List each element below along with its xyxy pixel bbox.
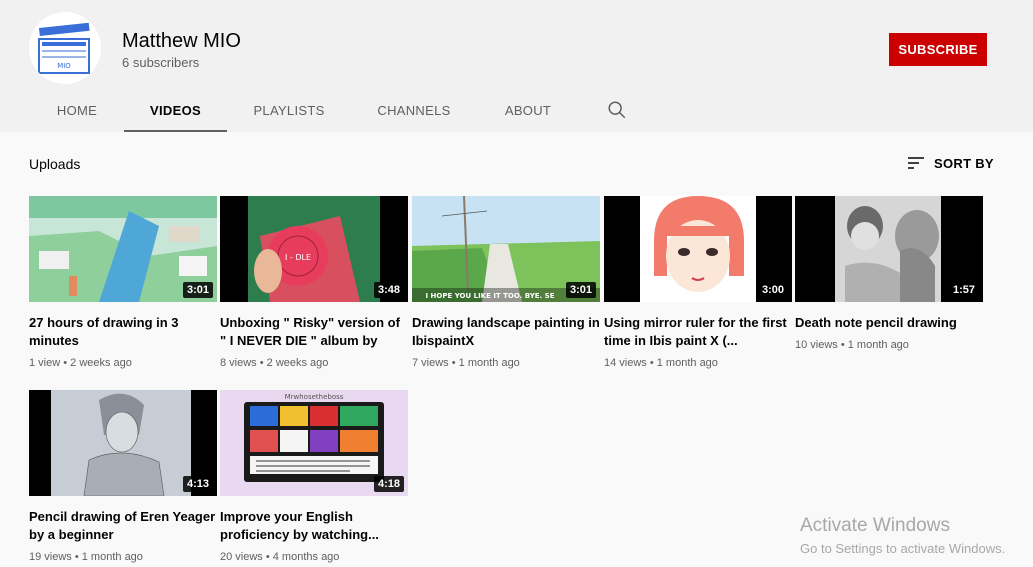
video-title[interactable]: Improve your English proficiency by watc… [220,508,408,544]
video-duration: 1:57 [948,282,979,298]
tab-videos[interactable]: VIDEOS [124,88,227,132]
tab-channels[interactable]: CHANNELS [362,88,466,132]
video-title[interactable]: Using mirror ruler for the first time in… [604,314,792,350]
video-card[interactable]: I - DLE 3:48 Unboxing " Risky" version o… [220,196,408,370]
video-meta: 7 views • 1 month ago [412,357,520,369]
video-title[interactable]: Drawing landscape painting in IbispaintX [412,314,600,350]
video-duration: 4:13 [182,476,213,492]
video-card[interactable]: Mrwhosetheboss 4:18 Improve your English… [220,390,408,564]
tab-home[interactable]: HOME [29,88,125,132]
video-thumbnail[interactable]: 3:01 [29,196,217,302]
sort-by-button[interactable]: SORT BY [906,153,994,173]
windows-activation-watermark: Activate Windows Go to Settings to activ… [800,515,1005,556]
video-meta: 10 views • 1 month ago [795,339,909,351]
video-card[interactable]: 1:57 Death note pencil drawing 10 views … [795,196,983,352]
search-icon[interactable] [606,99,628,121]
video-card[interactable]: 3:01 27 hours of drawing in 3 minutes 1 … [29,196,217,370]
video-meta: 20 views • 4 months ago [220,551,340,563]
video-title[interactable]: Unboxing " Risky" version of " I NEVER D… [220,314,408,350]
tab-playlists[interactable]: PLAYLISTS [235,88,343,132]
thumbnail-text: I HOPE YOU LIKE IT TOO. BYE. SE [426,292,555,300]
video-title[interactable]: 27 hours of drawing in 3 minutes [29,314,217,350]
video-thumbnail[interactable]: I HOPE YOU LIKE IT TOO. BYE. SE 3:01 [412,196,600,302]
video-meta: 8 views • 2 weeks ago [220,357,329,369]
subscriber-count: 6 subscribers [122,55,200,70]
channel-name[interactable]: Matthew MIO [122,30,241,53]
watermark-subtitle: Go to Settings to activate Windows. [800,541,1006,556]
video-card[interactable]: I HOPE YOU LIKE IT TOO. BYE. SE 3:01 Dra… [412,196,600,370]
video-thumbnail[interactable]: 3:00 [604,196,792,302]
video-title[interactable]: Death note pencil drawing [795,314,983,332]
video-duration: 3:01 [565,282,596,298]
video-meta: 14 views • 1 month ago [604,357,718,369]
subscribe-button[interactable]: SUBSCRIBE [889,33,987,66]
video-duration: 3:01 [182,282,213,298]
video-meta: 19 views • 1 month ago [29,551,143,563]
channel-header: MIO Matthew MIO 6 subscribers SUBSCRIBE … [0,0,1033,132]
video-duration: 3:48 [373,282,404,298]
clapperboard-icon: MIO [38,22,90,74]
video-thumbnail[interactable]: I - DLE 3:48 [220,196,408,302]
video-thumbnail[interactable]: 1:57 [795,196,983,302]
video-card[interactable]: 4:13 Pencil drawing of Eren Yeager by a … [29,390,217,564]
video-duration: 3:00 [757,282,788,298]
video-thumbnail[interactable]: 4:13 [29,390,217,496]
video-card[interactable]: 3:00 Using mirror ruler for the first ti… [604,196,792,370]
sort-by-label: SORT BY [934,155,994,171]
watermark-title: Activate Windows [800,515,950,536]
thumbnail-text: I - DLE [285,253,311,262]
avatar-text: MIO [57,62,71,70]
video-thumbnail[interactable]: Mrwhosetheboss 4:18 [220,390,408,496]
tab-about[interactable]: ABOUT [488,88,568,132]
video-title[interactable]: Pencil drawing of Eren Yeager by a begin… [29,508,217,544]
thumbnail-text: Mrwhosetheboss [285,393,344,401]
sort-icon [908,157,924,169]
video-meta: 1 view • 2 weeks ago [29,357,132,369]
channel-avatar[interactable]: MIO [29,12,101,84]
video-duration: 4:18 [373,476,404,492]
channel-tabs: HOME VIDEOS PLAYLISTS CHANNELS ABOUT [0,88,700,132]
section-title: Uploads [29,156,81,172]
